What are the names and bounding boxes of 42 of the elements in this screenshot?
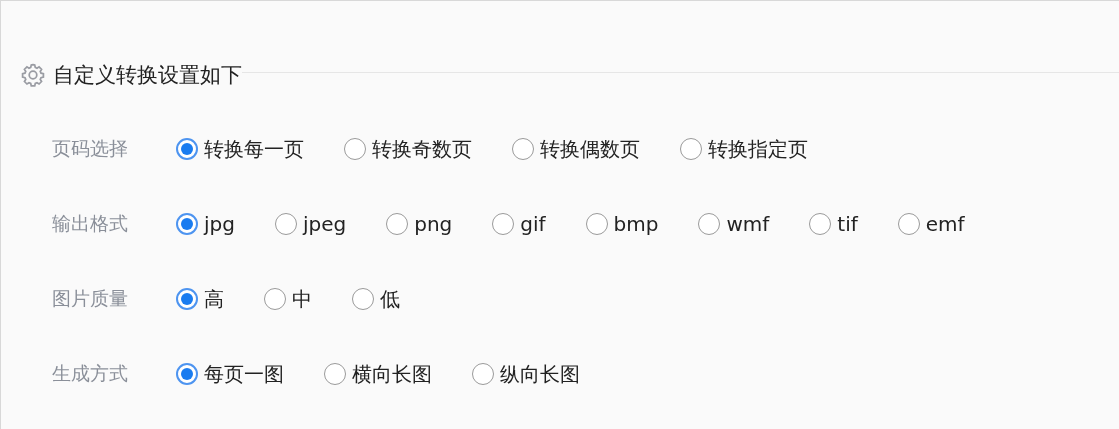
radio-option[interactable]: 转换奇数页 [344,135,472,163]
field-label: 生成方式 [52,361,129,386]
radio-button[interactable] [386,213,409,235]
radio-button[interactable] [680,138,702,160]
radio-option[interactable]: bmp [585,212,659,236]
radio-option[interactable]: tif [809,212,858,236]
radio-option[interactable]: emf [897,212,965,236]
radio-button[interactable] [585,213,608,235]
radio-button[interactable] [176,288,198,310]
radio-button[interactable] [512,138,534,160]
radio-option[interactable]: 纵向长图 [472,360,580,388]
radio-option[interactable]: 中 [264,285,312,313]
radio-option[interactable]: jpg [176,212,235,236]
radio-option[interactable]: wmf [698,212,770,236]
field-label: 图片质量 [52,286,129,311]
radio-option[interactable]: png [386,212,453,236]
radio-button[interactable] [176,138,198,160]
radio-option[interactable]: 转换偶数页 [512,135,640,163]
radio-option[interactable]: 低 [352,285,400,313]
field-label: 输出格式 [52,211,129,236]
radio-option[interactable]: 高 [176,285,224,313]
radio-button[interactable] [698,213,721,235]
radio-button[interactable] [809,213,832,235]
radio-option[interactable]: 横向长图 [324,360,432,388]
radio-button[interactable] [264,288,286,310]
radio-button[interactable] [352,288,374,310]
radio-option[interactable]: gif [492,212,546,236]
radio-button[interactable] [492,213,515,235]
field-label: 页码选择 [52,136,129,161]
radio-option[interactable]: 每页一图 [176,360,284,388]
radio-button[interactable] [274,213,297,235]
radio-button[interactable] [324,363,346,385]
radio-option[interactable]: 转换指定页 [680,135,808,163]
settings-icon [20,62,46,88]
radio-button[interactable] [897,213,920,235]
radio-button[interactable] [176,213,198,235]
radio-button[interactable] [176,363,198,385]
radio-option[interactable]: 转换每一页 [176,135,304,163]
section-title: 自定义转换设置如下 [53,62,242,89]
radio-option[interactable]: jpeg [274,212,347,236]
radio-button[interactable] [472,363,494,385]
radio-button[interactable] [344,138,366,160]
